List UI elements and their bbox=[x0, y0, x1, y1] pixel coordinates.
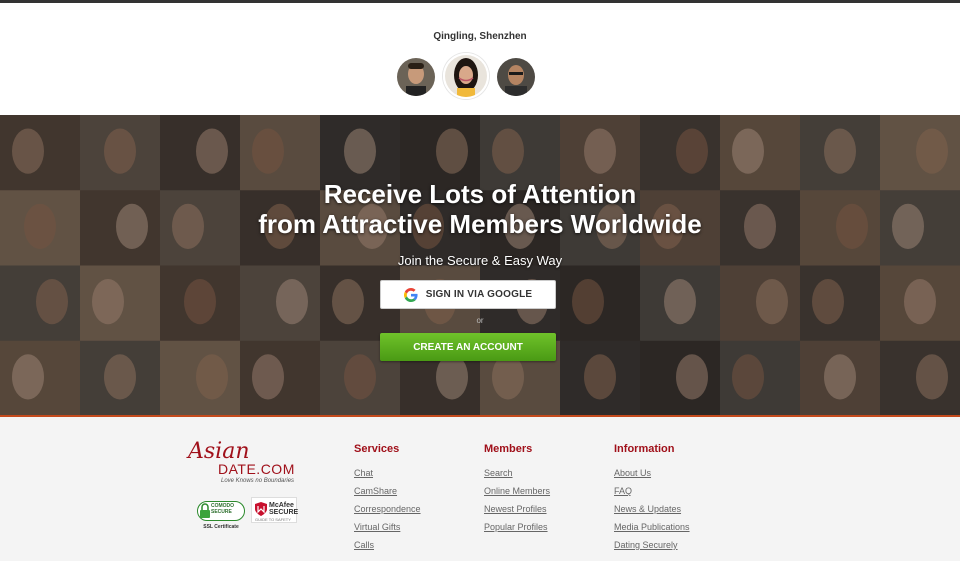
mcafee-secure-badge[interactable]: McAfee SECURE GUIDE TO SAFETY bbox=[251, 497, 298, 523]
google-signin-button[interactable]: SIGN IN VIA GOOGLE bbox=[380, 280, 556, 309]
footer-link-online-members[interactable]: Online Members bbox=[484, 482, 550, 500]
footer-link-virtual-gifts[interactable]: Virtual Gifts bbox=[354, 518, 421, 536]
asiandate-logo[interactable]: Asian DATE.COM Love Knows no Boundaries bbox=[188, 439, 308, 489]
avatar-next[interactable] bbox=[497, 58, 535, 96]
footer-column-members: Members Search Online Members Newest Pro… bbox=[484, 443, 550, 536]
footer-column-services: Services Chat CamShare Correspondence Vi… bbox=[354, 443, 421, 554]
hero-subtitle: Join the Secure & Easy Way bbox=[397, 253, 563, 268]
footer: Asian DATE.COM Love Knows no Boundaries … bbox=[0, 417, 960, 561]
mcafee-badge-bottom: SECURE bbox=[269, 509, 299, 516]
footer-link-camshare[interactable]: CamShare bbox=[354, 482, 421, 500]
hero-title: Receive Lots of Attention from Attractiv… bbox=[0, 179, 960, 239]
footer-link-about-us[interactable]: About Us bbox=[614, 464, 690, 482]
mcafee-shield-icon bbox=[255, 502, 267, 516]
comodo-badge-bottom: SECURE bbox=[211, 509, 232, 515]
avatar-current[interactable] bbox=[443, 53, 489, 99]
footer-column-title: Information bbox=[614, 443, 675, 455]
footer-link-chat[interactable]: Chat bbox=[354, 464, 421, 482]
ssl-certificate-label: SSL Certificate bbox=[203, 524, 239, 530]
comodo-secure-badge[interactable]: COMODO SECURE SSL Certificate bbox=[197, 497, 245, 530]
hero-title-line-1: Receive Lots of Attention bbox=[323, 179, 637, 209]
footer-link-calls[interactable]: Calls bbox=[354, 536, 421, 554]
footer-link-correspondence[interactable]: Correspondence bbox=[354, 500, 421, 518]
mcafee-badge-top: McAfee bbox=[269, 502, 294, 509]
create-account-button[interactable]: CREATE AN ACCOUNT bbox=[380, 333, 556, 361]
footer-link-media-publications[interactable]: Media Publications bbox=[614, 518, 690, 536]
google-signin-label: SIGN IN VIA GOOGLE bbox=[425, 289, 533, 300]
footer-column-title: Members bbox=[484, 443, 533, 455]
footer-column-title: Services bbox=[354, 443, 400, 455]
featured-profile-name: Qingling, Shenzhen bbox=[433, 31, 527, 42]
footer-link-dating-securely[interactable]: Dating Securely bbox=[614, 536, 690, 554]
avatar-prev[interactable] bbox=[397, 58, 435, 96]
footer-link-search[interactable]: Search bbox=[484, 464, 550, 482]
footer-link-popular-profiles[interactable]: Popular Profiles bbox=[484, 518, 550, 536]
featured-profile-strip: Qingling, Shenzhen bbox=[0, 3, 960, 115]
lock-icon bbox=[200, 503, 210, 518]
mcafee-badge-sub: GUIDE TO SAFETY bbox=[255, 517, 291, 522]
or-divider: or bbox=[476, 316, 484, 325]
google-icon bbox=[403, 287, 418, 302]
hero-title-line-2: from Attractive Members Worldwide bbox=[258, 209, 702, 239]
mcafee-badge-label: McAfee SECURE bbox=[269, 502, 298, 516]
footer-link-faq[interactable]: FAQ bbox=[614, 482, 690, 500]
comodo-badge-label: COMODO SECURE bbox=[211, 503, 234, 515]
footer-column-information: Information About Us FAQ News & Updates … bbox=[614, 443, 690, 554]
logo-tagline: Love Knows no Boundaries bbox=[221, 478, 295, 484]
footer-link-news-updates[interactable]: News & Updates bbox=[614, 500, 690, 518]
hero-section: Receive Lots of Attention from Attractiv… bbox=[0, 115, 960, 416]
logo-date-text: DATE.COM bbox=[218, 461, 295, 477]
footer-link-newest-profiles[interactable]: Newest Profiles bbox=[484, 500, 550, 518]
